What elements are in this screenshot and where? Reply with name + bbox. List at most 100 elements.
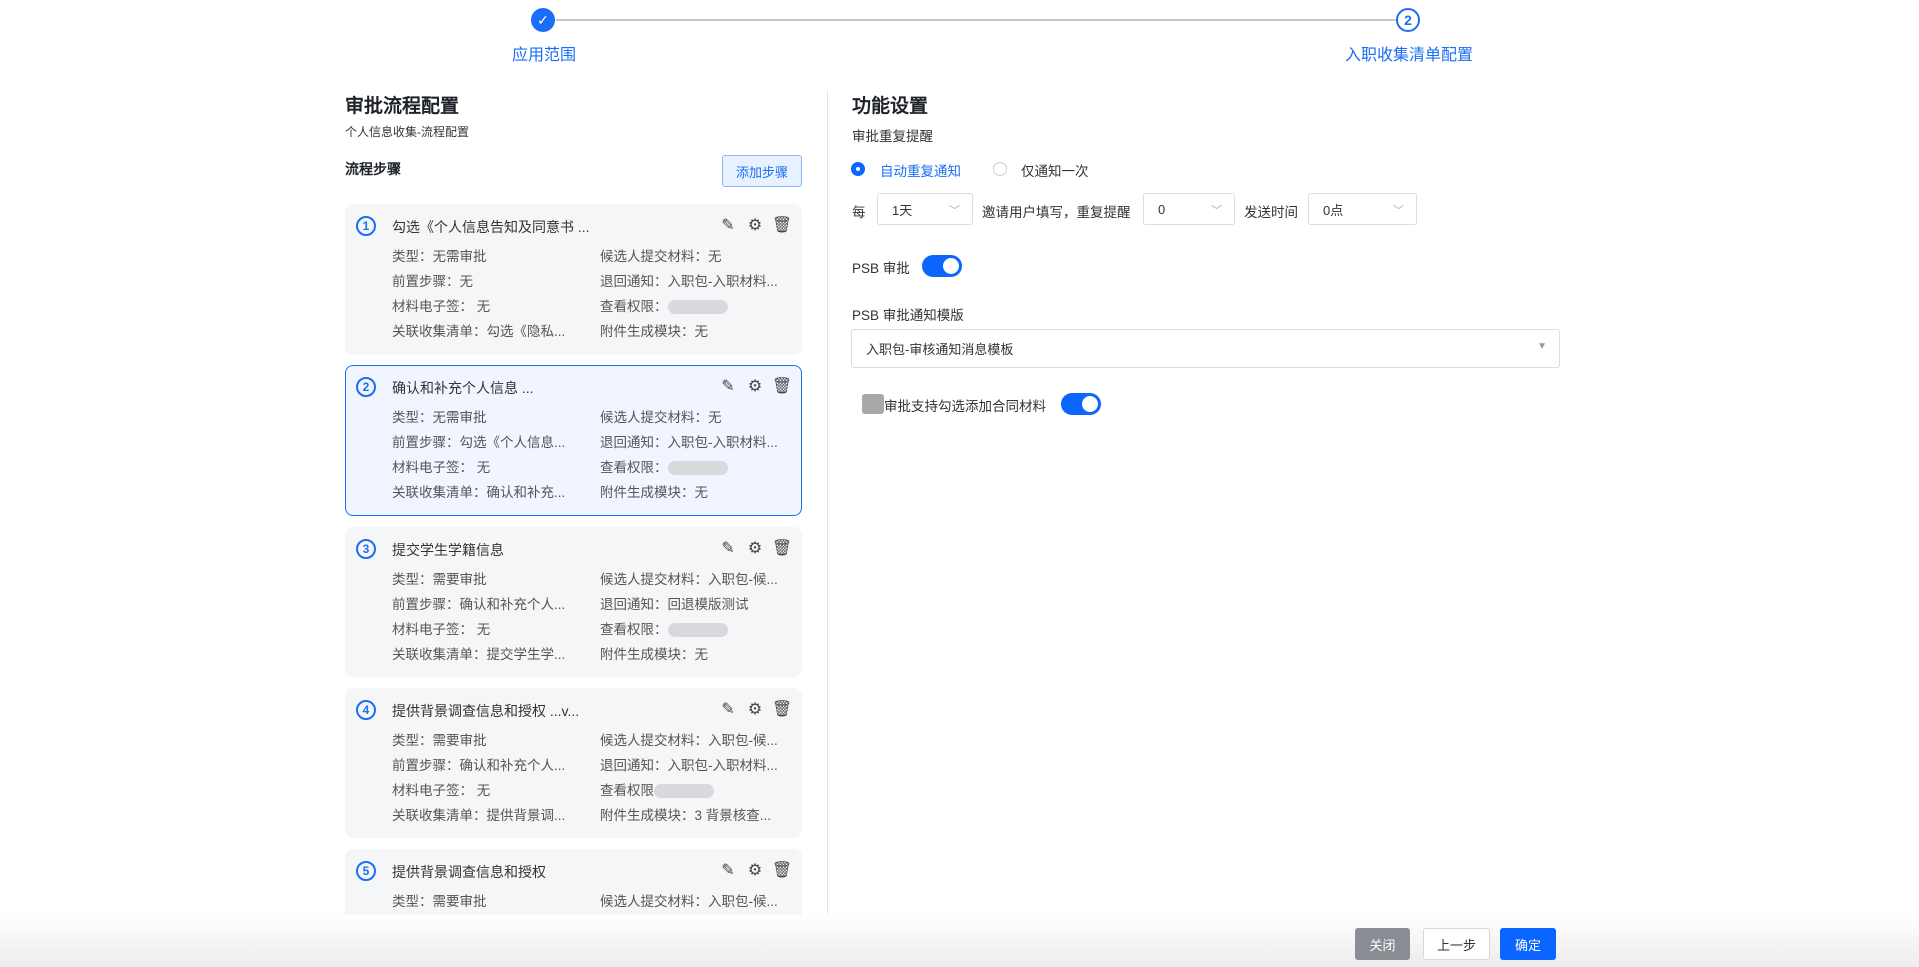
gear-icon[interactable]: ⚙ — [746, 539, 764, 557]
edit-icon[interactable]: ✎ — [719, 377, 737, 395]
step-number: 3 — [356, 539, 376, 559]
step-title: 勾选《个人信息告知及同意书 ... — [392, 219, 590, 235]
step-field-view: 查看权限： — [600, 456, 800, 476]
redacted-blur — [862, 394, 884, 414]
chevron-down-icon: ﹀ — [1393, 205, 1404, 217]
step-number: 1 — [356, 216, 376, 236]
gear-icon[interactable]: ⚙ — [746, 216, 764, 234]
view-permission-label: 查看权限： — [600, 460, 668, 475]
step-field-submit: 候选人提交材料：入职包-候... — [600, 733, 778, 748]
approval-config-subtitle: 个人信息收集-流程配置 — [345, 125, 469, 139]
invite-text: 邀请用户填写，重复提醒 — [982, 205, 1131, 220]
step-field-submit: 候选人提交材料：入职包-候... — [600, 894, 778, 909]
contract-material-label: 审批支持勾选添加合同材料 — [884, 399, 1046, 414]
redacted-blur — [667, 300, 728, 315]
step-card[interactable]: 2 确认和补充个人信息 ... ✎ ⚙ 🗑 类型：无需审批 候选人提交材料：无 前置… — [345, 365, 802, 516]
step-card[interactable]: 3 提交学生学籍信息 ✎ ⚙ 🗑 类型：需要审批 候选人提交材料：入职包-候...… — [345, 527, 802, 677]
step-field-type: 类型：无需审批 — [392, 249, 487, 264]
step-field-pre: 前置步骤：勾选《个人信息... — [392, 435, 566, 450]
gear-icon[interactable]: ⚙ — [746, 700, 764, 718]
step-title: 提供背景调查信息和授权 ...v... — [392, 703, 580, 719]
panel-divider — [827, 90, 828, 918]
step-field-esign: 材料电子签： 无 — [392, 783, 491, 798]
step-field-submit: 候选人提交材料：无 — [600, 249, 722, 264]
psb-approval-toggle[interactable] — [922, 255, 962, 277]
step-title: 提交学生学籍信息 — [392, 542, 504, 558]
step-field-attach: 附件生成模块：3 背景核查... — [600, 808, 772, 823]
psb-template-value: 入职包-审核通知消息模板 — [866, 342, 1014, 357]
redacted-blur — [654, 784, 714, 799]
repeat-count-select[interactable]: 0 ﹀ — [1143, 193, 1235, 225]
confirm-button[interactable]: 确定 — [1500, 928, 1556, 960]
gear-icon[interactable]: ⚙ — [746, 861, 764, 879]
step-title: 确认和补充个人信息 ... — [392, 380, 534, 396]
process-steps-label: 流程步骤 — [345, 161, 401, 177]
psb-approval-label: PSB 审批 — [852, 261, 910, 276]
stepper-line — [556, 19, 1396, 21]
step-field-view: 查看权限： — [600, 295, 800, 315]
step-field-attach: 附件生成模块：无 — [600, 647, 708, 662]
trash-icon[interactable]: 🗑 — [772, 539, 792, 557]
step-1-check-icon[interactable]: ✓ — [531, 8, 555, 32]
repeat-count-value: 0 — [1158, 201, 1166, 217]
step-field-list: 关联收集清单：确认和补充... — [392, 485, 566, 500]
step-field-submit: 候选人提交材料：入职包-候... — [600, 572, 778, 587]
edit-icon[interactable]: ✎ — [719, 700, 737, 718]
edit-icon[interactable]: ✎ — [719, 539, 737, 557]
radio-notify-once[interactable] — [993, 162, 1007, 176]
step-2-label[interactable]: 入职收集清单配置 — [1345, 41, 1473, 65]
previous-step-button[interactable]: 上一步 — [1423, 928, 1490, 960]
interval-select[interactable]: 1天 ﹀ — [877, 193, 973, 225]
edit-icon[interactable]: ✎ — [719, 861, 737, 879]
step-field-esign: 材料电子签： 无 — [392, 460, 491, 475]
trash-icon[interactable]: 🗑 — [772, 377, 792, 395]
interval-value: 1天 — [892, 202, 913, 218]
every-label: 每 — [852, 205, 866, 220]
step-card[interactable]: 1 勾选《个人信息告知及同意书 ... ✎ ⚙ 🗑 类型：无需审批 候选人提交材料… — [345, 204, 802, 355]
radio-auto-repeat[interactable] — [851, 162, 865, 176]
step-card[interactable]: 4 提供背景调查信息和授权 ...v... ✎ ⚙ 🗑 类型：需要审批 候选人提交… — [345, 688, 802, 838]
approval-config-title: 审批流程配置 — [345, 96, 460, 117]
chevron-down-icon: ﹀ — [1211, 205, 1222, 217]
step-field-esign: 材料电子签： 无 — [392, 622, 491, 637]
step-number: 4 — [356, 700, 376, 720]
trash-icon[interactable]: 🗑 — [772, 861, 792, 879]
edit-icon[interactable]: ✎ — [719, 216, 737, 234]
step-field-pre: 前置步骤：确认和补充个人... — [392, 758, 566, 773]
step-field-attach: 附件生成模块：无 — [600, 485, 708, 500]
redacted-blur — [667, 461, 728, 476]
trash-icon[interactable]: 🗑 — [772, 700, 792, 718]
step-field-pre: 前置步骤：无 — [392, 274, 473, 289]
step-number: 2 — [356, 377, 376, 397]
step-field-list: 关联收集清单：勾选《隐私... — [392, 324, 566, 339]
gear-icon[interactable]: ⚙ — [746, 377, 764, 395]
step-field-type: 类型：需要审批 — [392, 572, 487, 587]
step-field-back: 退回通知：入职包-入职材料... — [600, 274, 778, 289]
radio-auto-repeat-label[interactable]: 自动重复通知 — [880, 160, 961, 180]
contract-material-toggle[interactable] — [1061, 393, 1101, 415]
step-2-number[interactable]: 2 — [1396, 8, 1420, 32]
view-permission-label: 查看权限： — [600, 299, 668, 314]
psb-template-label: PSB 审批通知模版 — [852, 308, 964, 323]
psb-template-select[interactable]: 入职包-审核通知消息模板 ▼ — [851, 329, 1560, 368]
footer-bar — [0, 915, 1919, 967]
view-permission-label: 查看权限 — [600, 783, 654, 798]
redacted-blur — [667, 623, 728, 638]
trash-icon[interactable]: 🗑 — [772, 216, 792, 234]
send-time-value: 0点 — [1323, 202, 1344, 218]
step-field-back: 退回通知：回退模版测试 — [600, 597, 749, 612]
send-time-label: 发送时间 — [1244, 205, 1298, 220]
feature-settings-title: 功能设置 — [852, 96, 929, 117]
close-button[interactable]: 关闭 — [1355, 928, 1410, 960]
step-title: 提供背景调查信息和授权 — [392, 864, 546, 880]
step-field-list: 关联收集清单：提交学生学... — [392, 647, 566, 662]
step-field-back: 退回通知：入职包-入职材料... — [600, 435, 778, 450]
send-time-select[interactable]: 0点 ﹀ — [1308, 193, 1417, 225]
radio-notify-once-label[interactable]: 仅通知一次 — [1021, 160, 1089, 180]
caret-down-icon: ▼ — [1537, 341, 1547, 352]
step-field-submit: 候选人提交材料：无 — [600, 410, 722, 425]
step-1-label[interactable]: 应用范围 — [512, 41, 576, 65]
add-step-button[interactable]: 添加步骤 — [722, 155, 802, 187]
step-field-type: 类型：需要审批 — [392, 733, 487, 748]
step-field-type: 类型：需要审批 — [392, 894, 487, 909]
